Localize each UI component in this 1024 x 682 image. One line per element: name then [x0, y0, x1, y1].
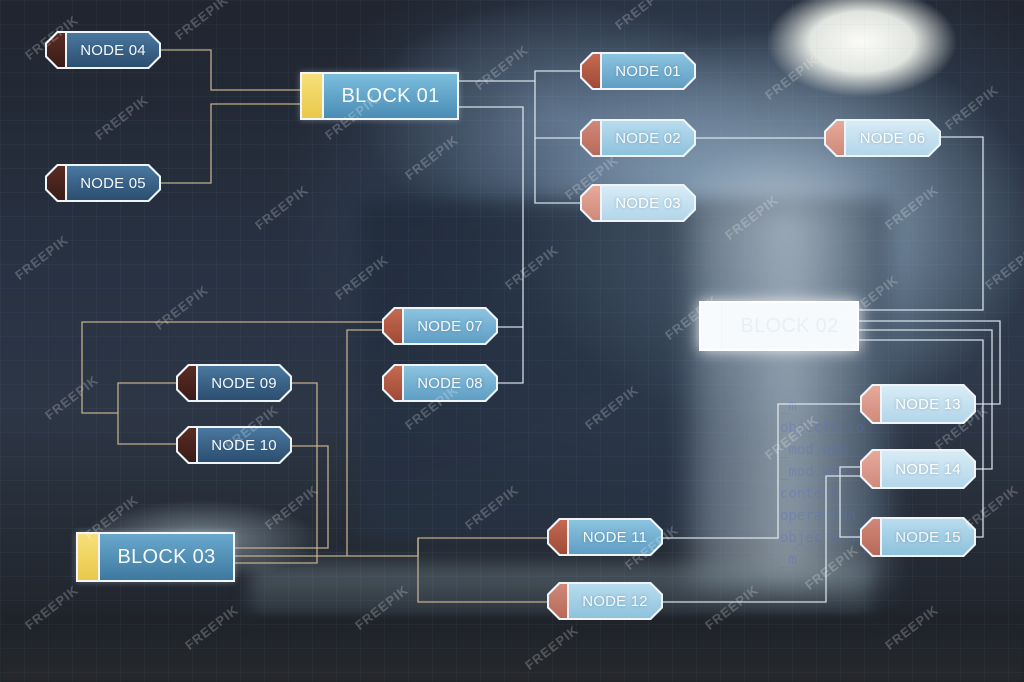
- node-label: NODE 13: [882, 386, 974, 422]
- edge-block02-node15: [858, 339, 984, 538]
- node-accent: [582, 121, 602, 155]
- edge-block03-node12: [417, 538, 548, 603]
- node-accent: [862, 386, 882, 422]
- node-accent: [178, 366, 198, 400]
- node-label: NODE 03: [602, 186, 694, 220]
- node-label: NODE 12: [569, 584, 661, 618]
- node-03[interactable]: NODE 03: [580, 184, 696, 222]
- node-08[interactable]: NODE 08: [382, 364, 498, 402]
- node-label: NODE 15: [882, 519, 974, 555]
- node-label: NODE 02: [602, 121, 694, 155]
- edge-node14-node15: [839, 466, 861, 538]
- node-09[interactable]: NODE 09: [176, 364, 292, 402]
- node-accent: [549, 520, 569, 554]
- edge-node09-branch: [117, 382, 177, 445]
- node-label: NODE 01: [602, 54, 694, 88]
- edge-block03-node09: [234, 382, 318, 564]
- node-accent: [47, 33, 67, 67]
- edge-node04-block01: [160, 49, 301, 91]
- edge-block01-node01: [458, 70, 580, 82]
- node-label: NODE 08: [404, 366, 496, 400]
- node-label: NODE 10: [198, 428, 290, 462]
- block-label: BLOCK 01: [324, 74, 457, 118]
- block-02[interactable]: BLOCK 02: [699, 301, 859, 351]
- node-06[interactable]: NODE 06: [824, 119, 941, 157]
- block-label: BLOCK 03: [100, 534, 233, 580]
- node-15[interactable]: NODE 15: [860, 517, 976, 557]
- node-02[interactable]: NODE 02: [580, 119, 696, 157]
- block-03[interactable]: BLOCK 03: [76, 532, 235, 582]
- node-05[interactable]: NODE 05: [45, 164, 161, 202]
- node-label: NODE 07: [404, 309, 496, 343]
- node-label: NODE 11: [569, 520, 661, 554]
- node-01[interactable]: NODE 01: [580, 52, 696, 90]
- node-label: NODE 06: [846, 121, 939, 155]
- block-accent: [78, 534, 100, 580]
- block-01[interactable]: BLOCK 01: [300, 72, 459, 120]
- node-07[interactable]: NODE 07: [382, 307, 498, 345]
- node-accent: [582, 54, 602, 88]
- node-accent: [384, 309, 404, 343]
- node-12[interactable]: NODE 12: [547, 582, 663, 620]
- node-accent: [47, 166, 67, 200]
- block-label: BLOCK 02: [722, 303, 857, 349]
- node-accent: [178, 428, 198, 462]
- node-accent: [826, 121, 846, 155]
- node-accent: [862, 451, 882, 487]
- node-accent: [582, 186, 602, 220]
- node-label: NODE 05: [67, 166, 159, 200]
- block-accent: [701, 303, 722, 349]
- node-accent: [384, 366, 404, 400]
- edge-node12-node14: [662, 475, 861, 603]
- edge-block03-node11-12: [347, 537, 548, 557]
- edge-node05-block01: [160, 103, 301, 184]
- node-accent: [549, 584, 569, 618]
- node-label: NODE 04: [67, 33, 159, 67]
- node-11[interactable]: NODE 11: [547, 518, 663, 556]
- edge-node11-node13: [662, 403, 861, 539]
- edge-node06-block02: [858, 136, 984, 311]
- node-14[interactable]: NODE 14: [860, 449, 976, 489]
- node-label: NODE 09: [198, 366, 290, 400]
- node-label: NODE 14: [882, 451, 974, 487]
- node-10[interactable]: NODE 10: [176, 426, 292, 464]
- edge-block01-node03: [534, 138, 580, 204]
- block-accent: [302, 74, 324, 118]
- node-04[interactable]: NODE 04: [45, 31, 161, 69]
- node-13[interactable]: NODE 13: [860, 384, 976, 424]
- edge-block01-node02: [534, 81, 580, 139]
- node-accent: [862, 519, 882, 555]
